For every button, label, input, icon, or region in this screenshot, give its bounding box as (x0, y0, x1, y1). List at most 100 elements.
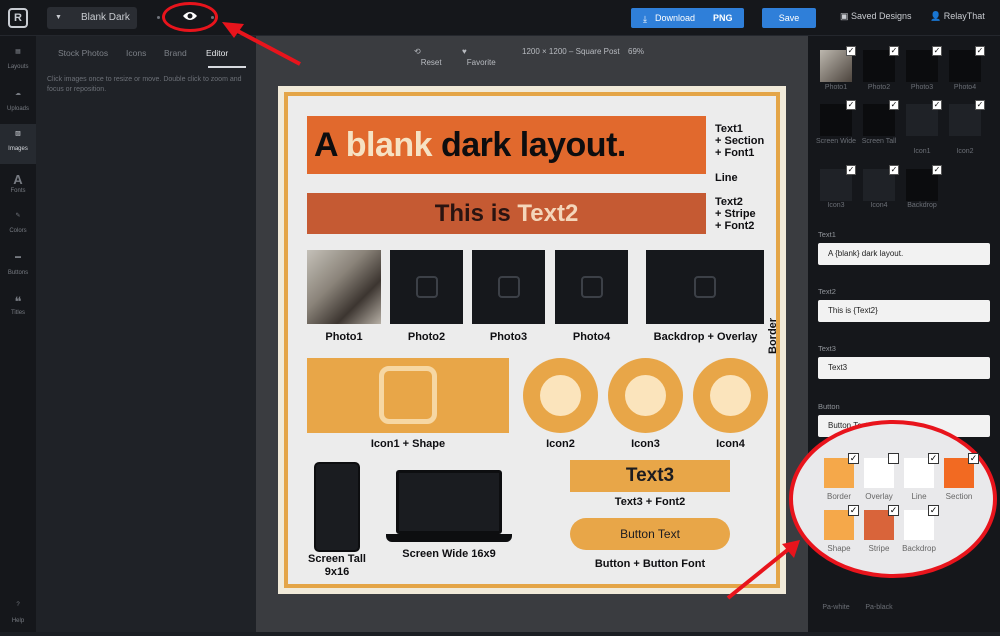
rail-item-fonts[interactable]: A Fonts (0, 166, 36, 206)
thumb-icon2[interactable]: ✓ (949, 100, 985, 136)
thumb-label: Photo1 (824, 84, 848, 91)
tab-stock-photos[interactable]: Stock Photos (58, 48, 108, 58)
artboard[interactable]: A blank dark layout. Text1 + Section + F… (278, 86, 786, 594)
thumb-photo4[interactable]: ✓ (949, 46, 985, 82)
photo1-image[interactable] (307, 250, 381, 324)
thumb-label: Icon3 (827, 202, 845, 209)
swatch-backdrop[interactable]: ✓ Backdrop (895, 505, 943, 553)
field-label-text1: Text1 (818, 230, 836, 239)
check-icon[interactable]: ✓ (928, 505, 939, 516)
border-frame[interactable]: A blank dark layout. Text1 + Section + F… (284, 92, 780, 588)
check-icon[interactable]: ✓ (975, 46, 985, 56)
save-button[interactable]: Save (762, 8, 816, 28)
swatch-label: Stripe (868, 544, 890, 553)
thumb-icon4[interactable]: ✓ (863, 165, 899, 201)
favorite-label: Favorite (466, 58, 496, 67)
text2-input[interactable]: This is {Text2} (818, 300, 990, 322)
rail-label: Help (11, 618, 25, 624)
caption-icon3: Icon3 (631, 438, 660, 450)
tab-icons[interactable]: Icons (126, 48, 146, 58)
check-icon[interactable]: ✓ (846, 100, 856, 110)
check-icon[interactable]: ✓ (846, 46, 856, 56)
rail-item-layouts[interactable]: ▦ Layouts (0, 42, 36, 82)
palette-white-label[interactable]: Pa-white (812, 604, 860, 611)
thumb-icon1[interactable]: ✓ (906, 100, 942, 136)
screen-tall-device[interactable] (314, 462, 360, 552)
swatch-color: ✓ (824, 505, 859, 540)
text2-stripe[interactable]: This is Text2 (307, 193, 706, 234)
rail-item-titles[interactable]: ❝ Titles (0, 288, 36, 328)
caret-down-icon: ▼ (55, 14, 62, 21)
font-icon: A (13, 172, 23, 187)
text1-input[interactable]: A {blank} dark layout. (818, 243, 990, 265)
label-text2: Text2 + Stripe + Font2 (715, 196, 756, 232)
icon3-circle[interactable] (608, 358, 683, 433)
caption-backdrop: Backdrop + Overlay (653, 331, 758, 343)
user-label: RelayThat (943, 11, 985, 21)
check-icon[interactable]: ✓ (889, 165, 899, 175)
design-select[interactable]: ▼ Blank Dark (47, 7, 137, 29)
check-icon[interactable]: ✓ (975, 100, 985, 110)
caption-text3: Text3 + Font2 (614, 496, 686, 508)
palette-black-label[interactable]: Pa-black (855, 604, 903, 611)
thumb-backdrop[interactable]: ✓ (906, 165, 942, 201)
thumb-screen-tall[interactable]: ✓ (863, 100, 899, 136)
screen-wide-device[interactable] (396, 470, 502, 534)
photo2-image[interactable] (390, 250, 463, 324)
camera-icon (497, 276, 520, 298)
thumb-photo1[interactable]: ✓ (820, 46, 856, 82)
format-select[interactable]: PNG (713, 8, 733, 28)
text2-part: This is (434, 200, 518, 227)
rail-item-help[interactable]: ? Help (0, 596, 36, 636)
text1-highlight: blank (345, 126, 433, 164)
check-icon[interactable]: ✓ (889, 100, 899, 110)
check-icon[interactable]: ✓ (846, 165, 856, 175)
thumb-photo3[interactable]: ✓ (906, 46, 942, 82)
text3-input[interactable]: Text3 (818, 357, 990, 379)
thumb-photo2[interactable]: ✓ (863, 46, 899, 82)
check-icon[interactable]: ✓ (968, 453, 979, 464)
check-icon[interactable]: ✓ (889, 46, 899, 56)
swatch-label: Section (945, 492, 973, 501)
tab-editor[interactable]: Editor (206, 48, 228, 58)
thumb-screen-wide[interactable]: ✓ (820, 100, 856, 136)
photo3-image[interactable] (472, 250, 545, 324)
saved-designs-link[interactable]: ▣ Saved Designs (840, 11, 912, 22)
relaythat-logo-icon[interactable]: R (8, 8, 28, 28)
swatch-section[interactable]: ✓ Section (935, 453, 983, 501)
swatch-label: Overlay (865, 492, 893, 501)
rail-item-uploads[interactable]: ☁ Uploads (0, 84, 36, 124)
text3-box[interactable]: Text3 (570, 460, 730, 492)
caption-icon2: Icon2 (546, 438, 575, 450)
rail-item-images[interactable]: ▨ Images (0, 124, 36, 164)
favorite-button[interactable]: ♥ Favorite (462, 47, 496, 67)
cta-button[interactable]: Button Text (570, 518, 730, 550)
photo4-image[interactable] (555, 250, 628, 324)
rail-item-colors[interactable]: ✎ Colors (0, 206, 36, 246)
reset-button[interactable]: ⟲ Reset (414, 47, 442, 67)
rail-item-buttons[interactable]: ▬ Buttons (0, 248, 36, 288)
user-menu[interactable]: 👤 RelayThat (930, 11, 985, 22)
left-panel: Stock Photos Icons Brand Editor Click im… (36, 36, 256, 632)
text1-section[interactable]: A blank dark layout. (307, 116, 706, 174)
text1-part: dark layout. (432, 126, 626, 164)
border-label: Border (767, 317, 779, 354)
check-icon[interactable]: ✓ (932, 100, 942, 110)
icon2-circle[interactable] (523, 358, 598, 433)
prev-dot-icon[interactable] (157, 16, 160, 19)
tab-brand[interactable]: Brand (164, 48, 187, 58)
label-text1: Text1 + Section + Font1 (715, 123, 765, 159)
rail-label: Buttons (7, 270, 29, 276)
backdrop-image[interactable] (646, 250, 764, 324)
check-icon[interactable]: ✓ (932, 46, 942, 56)
icon4-circle[interactable] (693, 358, 768, 433)
check-icon[interactable]: ✓ (932, 165, 942, 175)
thumb-icon3[interactable]: ✓ (820, 165, 856, 201)
camera-icon (694, 276, 716, 298)
next-dot-icon[interactable] (211, 16, 214, 19)
rail-label: Layouts (7, 64, 29, 70)
preview-toggle-button[interactable] (162, 2, 218, 32)
download-button[interactable]: ⤓ Download PNG (631, 8, 744, 28)
icon1-shape[interactable] (307, 358, 509, 433)
swatch-label: Line (911, 492, 927, 501)
